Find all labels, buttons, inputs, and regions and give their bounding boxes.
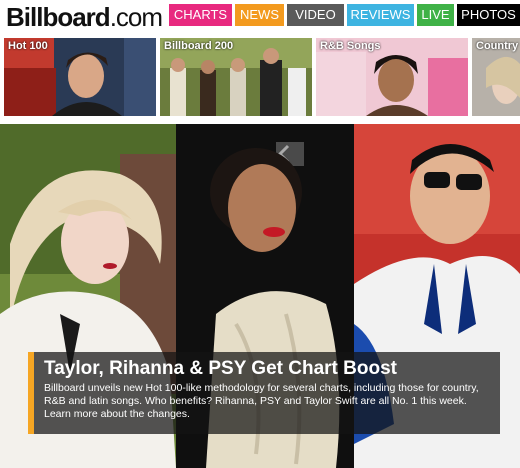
billboard-logo[interactable]: Billboard.com [6, 2, 163, 33]
thumb-label-hot-100: Hot 100 [8, 40, 48, 52]
thumb-hot-100[interactable]: Hot 100 [4, 38, 156, 116]
hero-feature[interactable]: Taylor, Rihanna & PSY Get Chart Boost Bi… [0, 124, 520, 468]
thumb-label-billboard-200: Billboard 200 [164, 40, 234, 52]
thumb-label-country: Country [476, 40, 519, 52]
feature-headline[interactable]: Taylor, Rihanna & PSY Get Chart Boost [44, 358, 490, 380]
logo-text-com: .com [109, 2, 163, 32]
logo-text-bill: Bill [6, 2, 43, 32]
nav-charts[interactable]: CHARTS [169, 4, 232, 26]
feature-caption[interactable]: Taylor, Rihanna & PSY Get Chart Boost Bi… [28, 352, 500, 434]
feature-summary: Billboard unveils new Hot 100-like metho… [44, 382, 479, 420]
thumb-label-rb-songs: R&B Songs [320, 40, 381, 52]
logo-text-board: board [42, 2, 110, 32]
nav-photos[interactable]: PHOTOS [457, 4, 520, 26]
nav-video[interactable]: VIDEO [287, 4, 344, 26]
thumb-rb-songs[interactable]: R&B Songs [316, 38, 468, 116]
thumb-country[interactable]: Country [472, 38, 520, 116]
thumb-billboard-200[interactable]: Billboard 200 [160, 38, 312, 116]
site-header: Billboard.com CHARTS NEWS VIDEO REVIEWS … [0, 0, 520, 34]
nav-news[interactable]: NEWS [235, 4, 284, 26]
chart-thumbnails: Hot 100 Billboard 200 R&B Songs Country [0, 38, 520, 116]
nav-reviews[interactable]: REVIEWS [347, 4, 414, 26]
nav-live[interactable]: LIVE [417, 4, 454, 26]
